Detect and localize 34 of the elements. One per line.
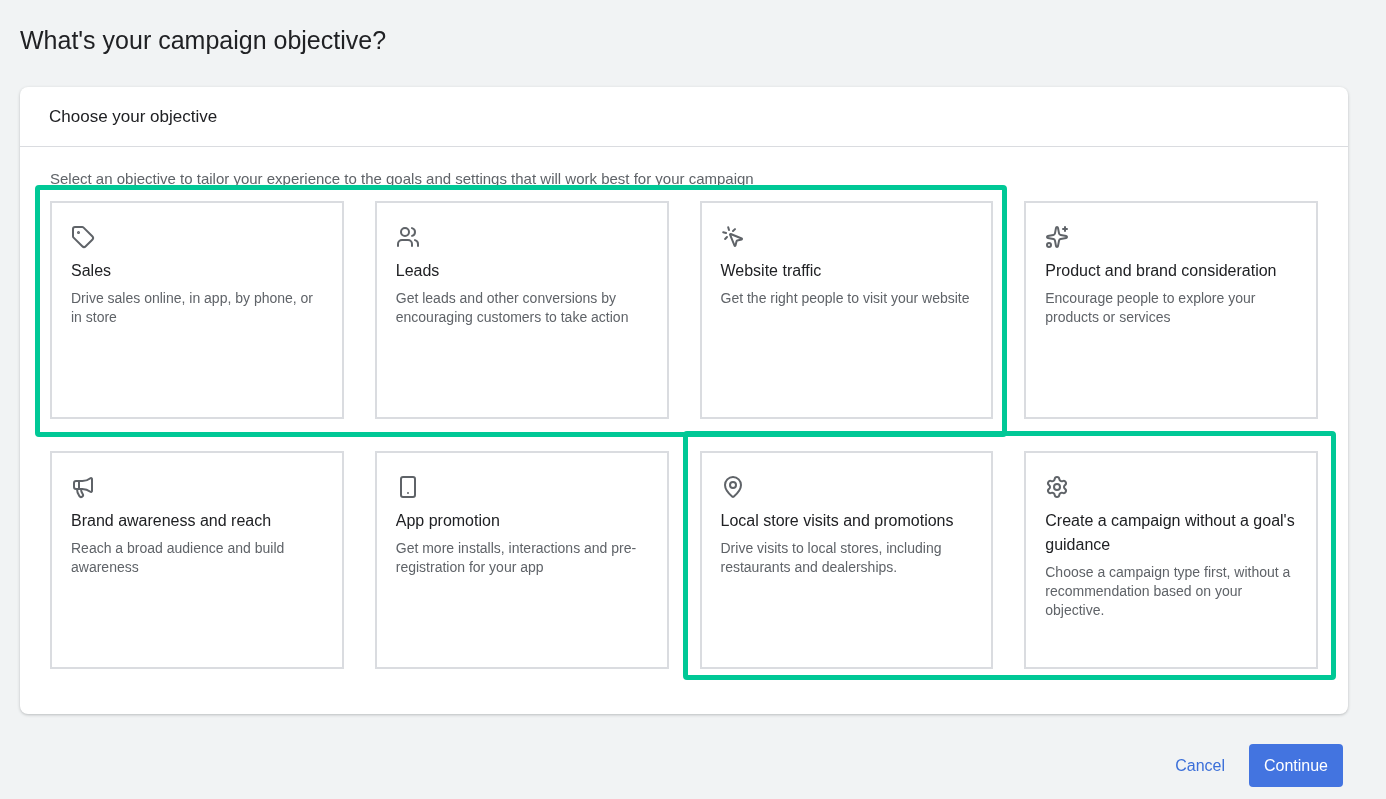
objective-description: Drive visits to local stores, including restaurants and dealerships. [720, 539, 943, 577]
megaphone-icon [71, 475, 95, 499]
objective-card[interactable]: Create a campaign without a goal's guidance Choose a campaign type first, without a recommendation based on your objective. [1024, 451, 1318, 669]
objective-title: App promotion [395, 511, 501, 531]
page-title: What's your campaign objective? [20, 25, 387, 56]
objective-title: Leads [395, 261, 441, 281]
gear-icon [1045, 475, 1070, 499]
continue-button[interactable]: Continue [1249, 744, 1343, 787]
objective-title: Brand awareness and reach [71, 511, 273, 531]
sparkles-icon [1045, 225, 1070, 249]
objective-card[interactable]: Leads Get leads and other conversions by encouraging customers to take action [374, 201, 669, 419]
objective-card[interactable]: Local store visits and promotions Drive visits to local stores, including restaurants and dealerships. [699, 451, 994, 669]
objective-description: Drive sales online, in app, by phone, or in store [71, 289, 315, 327]
objective-card[interactable]: Product and brand consideration Encourage people to explore your products or services [1024, 201, 1318, 419]
people-icon [395, 225, 420, 249]
objective-description: Get leads and other conversions by encouraging customers to take action [395, 289, 630, 327]
objective-description: Get the right people to visit your website [720, 289, 971, 308]
objective-title: Product and brand consideration [1045, 261, 1278, 281]
objective-description: Get more installs, interactions and pre-registration for your app [395, 539, 638, 577]
tag-icon [71, 225, 95, 249]
objective-card[interactable]: Brand awareness and reach Reach a broad audience and build awareness [50, 451, 344, 669]
objective-description: Reach a broad audience and build awareness [71, 539, 286, 577]
objective-description: Encourage people to explore your products or services [1045, 289, 1257, 327]
cancel-button[interactable]: Cancel [1167, 744, 1233, 787]
objective-title: Sales [71, 261, 113, 281]
objective-title: Local store visits and promotions [720, 511, 955, 531]
objective-title: Website traffic [720, 261, 823, 281]
objective-card[interactable]: App promotion Get more installs, interactions and pre-registration for your app [374, 451, 669, 669]
objective-card[interactable]: Sales Drive sales online, in app, by phone, or in store [50, 201, 344, 419]
objective-description: Choose a campaign type first, without a recommendation based on your objective. [1045, 563, 1292, 620]
cursor-click-icon [720, 225, 745, 249]
objective-card[interactable]: Website traffic Get the right people to visit your website [699, 201, 994, 419]
panel-title: Choose your objective [49, 105, 218, 128]
objective-title: Create a campaign without a goal's guidance [1045, 511, 1296, 555]
